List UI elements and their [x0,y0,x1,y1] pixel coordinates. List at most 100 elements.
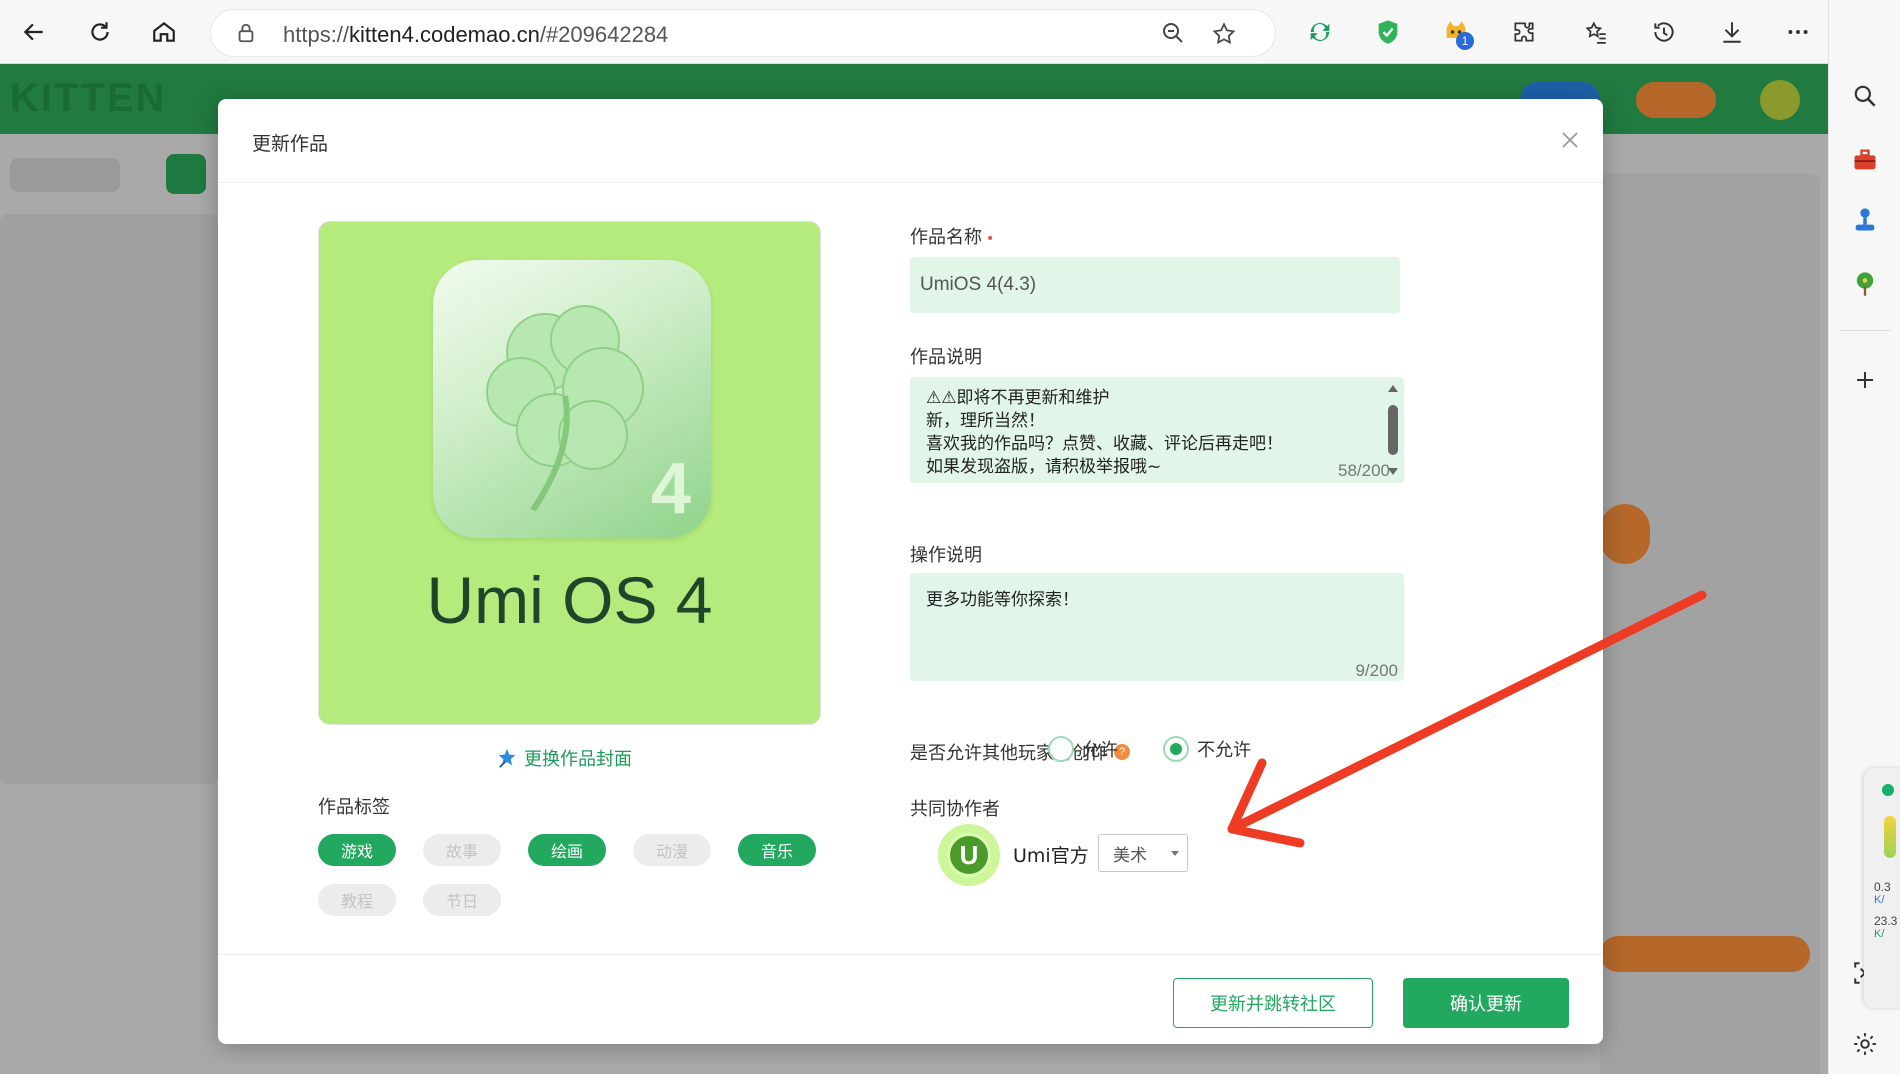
update-work-dialog: 更新作品 4 Umi OS 4 更换作品封面 作品标签 作品名称• 作品说明 [218,99,1603,1044]
radio-allow-circle[interactable] [1048,736,1074,762]
upload-speed: 0.3 [1874,880,1891,894]
status-dot [1882,784,1894,796]
adblock-extension-button[interactable] [1370,14,1406,50]
scroll-thumb[interactable] [1388,405,1398,455]
cover-version-number: 4 [650,449,691,529]
avatar-letter: U [947,833,991,877]
kitten-logo: KITTEN [10,76,167,120]
browser-toolbar: https://kitten4.codemao.cn/#209642284 1 [0,0,1900,64]
tag-chip[interactable]: 节日 [423,884,501,916]
download-speed: 23.3 [1874,914,1898,928]
favorites-button[interactable] [1578,14,1614,50]
description-char-count: 58/200 [1338,461,1390,480]
more-button[interactable] [1780,14,1816,50]
search-icon [1854,85,1876,107]
footer-divider [218,954,1603,955]
tags-label: 作品标签 [318,797,390,818]
tag-chip[interactable]: 音乐 [738,834,816,866]
refresh-button[interactable] [82,14,118,50]
upload-unit: K/ [1874,894,1885,906]
sidebar-games-button[interactable] [1847,202,1883,238]
more-icon [1788,30,1808,34]
magic-wand-icon [498,748,516,768]
green-refresh-extension-icon [1310,22,1330,42]
scroll-up-icon[interactable] [1387,383,1399,393]
description-label: 作品说明 [910,347,982,368]
clover-app-icon: 4 [433,260,711,538]
description-textarea[interactable]: ⚠⚠即将不再更新和维护 新，理所当然！ 喜欢我的作品吗？点赞、收藏、评论后再走吧… [910,377,1404,483]
dialog-header: 更新作品 [218,99,1603,183]
required-mark: • [986,231,995,247]
bg-orange-dot [1600,504,1650,564]
joystick-icon [1855,208,1875,231]
puzzle-icon [1514,22,1534,42]
sidebar-search-button[interactable] [1847,78,1883,114]
extension-refresh-button[interactable] [1302,14,1338,50]
collaborators-label: 共同协作者 [910,799,1000,820]
downloads-button[interactable] [1714,14,1750,50]
url-prefix: https:// [283,22,350,47]
radio-allow[interactable]: 允许 [1048,736,1118,762]
work-cover-image[interactable]: 4 Umi OS 4 [318,221,821,725]
description-text: ⚠⚠即将不再更新和维护 新，理所当然！ 喜欢我的作品吗？点赞、收藏、评论后再走吧… [926,388,1283,477]
tag-chip[interactable]: 游戏 [318,834,396,866]
history-button[interactable] [1646,14,1682,50]
change-cover-button[interactable]: 更换作品封面 [496,744,632,772]
url-text[interactable]: https://kitten4.codemao.cn/#209642284 [283,22,668,48]
favorites-icon [1585,21,1606,44]
bg-block [10,158,120,192]
tampermonkey-extension-button[interactable]: 1 [1438,14,1474,50]
operation-textarea[interactable]: 更多功能等你探索！ 9/200 [910,573,1404,681]
star-icon[interactable] [1211,21,1237,47]
bottom-strip [0,1074,1900,1090]
download-unit: K/ [1874,928,1885,940]
tag-chip[interactable]: 动漫 [633,834,711,866]
home-icon [153,21,175,42]
role-dropdown[interactable]: 美术 [1098,834,1188,872]
plus-icon [1857,372,1873,388]
operation-text: 更多功能等你探索！ [926,590,1079,610]
lock-icon[interactable] [235,22,257,44]
sidebar-settings-button[interactable] [1847,1026,1883,1062]
address-bar[interactable]: https://kitten4.codemao.cn/#209642284 [210,9,1276,57]
history-icon [1654,22,1674,42]
extensions-button[interactable] [1506,14,1542,50]
update-and-go-community-button[interactable]: 更新并跳转社区 [1173,978,1373,1028]
radio-disallow[interactable]: 不允许 [1163,736,1251,762]
radio-allow-label: 允许 [1082,740,1118,761]
sidebar-divider [1839,330,1891,331]
operation-label: 操作说明 [910,545,982,566]
bg-button-orange [1636,82,1716,118]
close-button[interactable] [1555,125,1585,155]
bg-orange-bar [1600,936,1810,972]
zoom-icon[interactable] [1161,21,1185,45]
work-name-input[interactable] [910,257,1400,313]
network-speed-widget[interactable]: 0.3 K/ 23.3 K/ [1864,768,1900,1008]
change-cover-label: 更换作品封面 [524,749,632,770]
confirm-update-button[interactable]: 确认更新 [1403,978,1569,1028]
sidebar-add-button[interactable] [1847,362,1883,398]
name-label-text: 作品名称 [910,227,982,248]
toolbox-icon [1854,149,1876,170]
level-bar [1884,816,1896,858]
url-rest: /#209642284 [539,22,669,47]
sidebar-tools-button[interactable] [1847,142,1883,178]
home-button[interactable] [146,14,182,50]
bg-block [166,154,206,194]
tag-chip[interactable]: 教程 [318,884,396,916]
sidebar-tree-button[interactable] [1847,266,1883,302]
close-icon [1562,132,1578,148]
back-icon [23,23,43,41]
dialog-title: 更新作品 [252,133,329,155]
tag-chip[interactable]: 故事 [423,834,501,866]
radio-disallow-label: 不允许 [1197,740,1251,761]
name-label: 作品名称 • [910,223,994,249]
radio-disallow-circle[interactable] [1163,736,1189,762]
bg-panel [0,214,218,784]
settings-icon [1854,1033,1876,1055]
back-button[interactable] [16,14,52,50]
url-host: kitten4.codemao.cn [349,22,540,47]
tag-chip[interactable]: 绘画 [528,834,606,866]
role-value: 美术 [1113,845,1147,866]
bg-avatar [1760,80,1800,120]
